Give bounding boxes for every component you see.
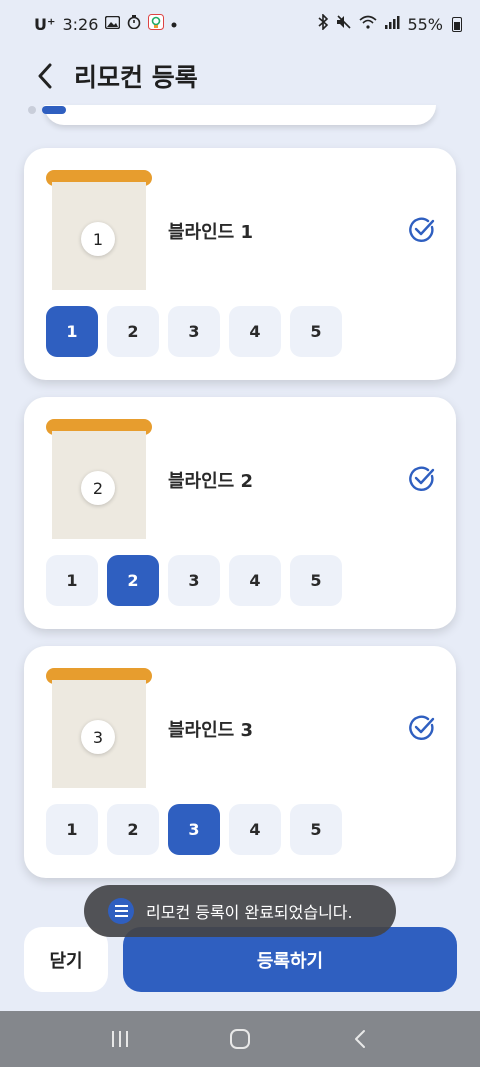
carrier-label: U⁺ [34,14,56,34]
blind-number-badge: 3 [81,720,115,754]
channel-selector: 1 2 3 4 5 [46,804,342,855]
check-circle-icon [409,466,435,491]
timer-icon [127,15,141,33]
app-header: 리모컨 등록 [0,48,480,104]
channel-button-3[interactable]: 3 [168,804,220,855]
toast-text: 리모컨 등록이 완료되었습니다. [146,903,353,922]
back-icon [355,1030,365,1048]
pager-indicator [28,106,66,114]
dot-icon [171,17,177,32]
channel-button-4[interactable]: 4 [229,306,281,357]
check-circle-icon [409,217,435,242]
channel-selector: 1 2 3 4 5 [46,306,342,357]
close-button[interactable]: 닫기 [24,927,108,992]
recent-apps-icon [112,1031,128,1047]
blind-illustration: 3 [46,668,152,788]
home-button[interactable] [220,1019,260,1059]
channel-button-2[interactable]: 2 [107,306,159,357]
chevron-left-icon [38,63,52,89]
mute-icon [336,15,352,33]
channel-button-2[interactable]: 2 [107,555,159,606]
channel-button-3[interactable]: 3 [168,306,220,357]
channel-button-5[interactable]: 5 [290,555,342,606]
wifi-icon [359,15,377,33]
check-circle-icon [409,715,435,740]
blind-illustration: 1 [46,170,152,290]
system-nav-bar [0,1011,480,1067]
blind-card: 1 블라인드 1 1 2 3 4 5 [24,148,456,380]
channel-button-1[interactable]: 1 [46,555,98,606]
blind-card: 2 블라인드 2 1 2 3 4 5 [24,397,456,629]
home-icon [230,1029,250,1049]
page-title: 리모컨 등록 [74,63,198,92]
battery-percent: 55% [407,14,443,34]
channel-button-5[interactable]: 5 [290,306,342,357]
channel-button-4[interactable]: 4 [229,555,281,606]
blind-card: 3 블라인드 3 1 2 3 4 5 [24,646,456,878]
pager-dot-active [42,106,66,114]
app-icon [148,14,165,34]
status-left: U⁺ 3:26 [34,14,177,34]
status-bar: U⁺ 3:26 55% [0,0,480,48]
battery-icon [452,16,462,32]
recent-apps-button[interactable] [100,1019,140,1059]
gallery-icon [105,15,121,33]
signal-icon [384,15,400,33]
channel-button-1[interactable]: 1 [46,306,98,357]
channel-button-2[interactable]: 2 [107,804,159,855]
channel-button-1[interactable]: 1 [46,804,98,855]
system-back-button[interactable] [340,1019,380,1059]
blind-name: 블라인드 3 [168,720,254,741]
list-icon [108,898,134,924]
previous-card-edge [44,105,436,125]
pager-dot [28,106,36,114]
blind-name: 블라인드 2 [168,471,254,492]
toast-message: 리모컨 등록이 완료되었습니다. [84,885,396,937]
status-right: 55% [317,13,462,34]
blind-number-badge: 2 [81,471,115,505]
channel-button-4[interactable]: 4 [229,804,281,855]
blind-number-badge: 1 [81,222,115,256]
back-button[interactable] [30,56,60,96]
channel-selector: 1 2 3 4 5 [46,555,342,606]
channel-button-3[interactable]: 3 [168,555,220,606]
clock: 3:26 [62,14,99,34]
bluetooth-icon [317,13,329,34]
blind-name: 블라인드 1 [168,222,254,243]
channel-button-5[interactable]: 5 [290,804,342,855]
blind-illustration: 2 [46,419,152,539]
